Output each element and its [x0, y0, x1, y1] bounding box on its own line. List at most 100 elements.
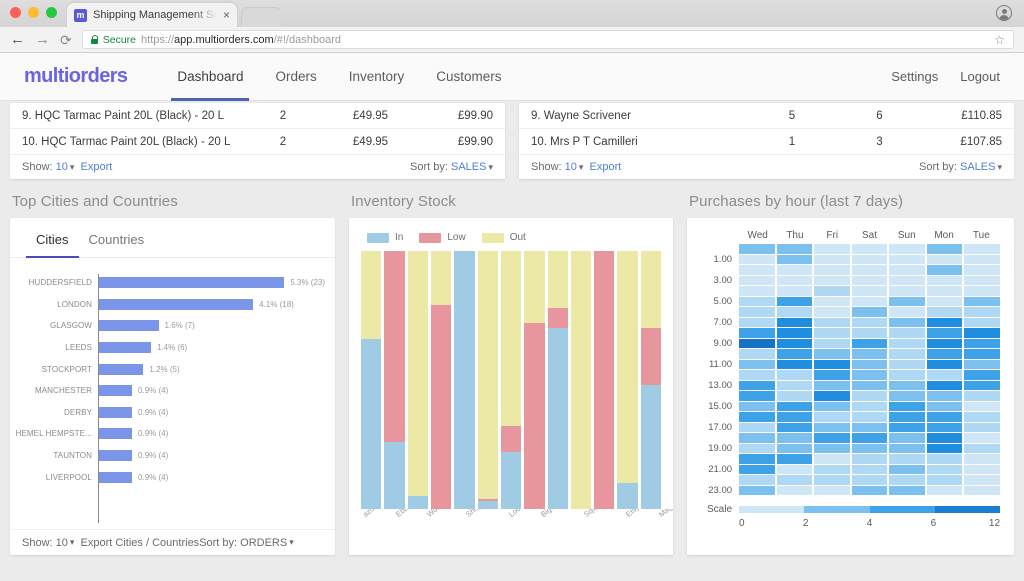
heatmap-cell[interactable] — [852, 486, 888, 496]
heatmap-cell[interactable] — [889, 255, 925, 265]
heatmap-cell[interactable] — [852, 433, 888, 443]
heatmap-cell[interactable] — [852, 297, 888, 307]
heatmap-cell[interactable] — [777, 370, 813, 380]
heatmap-cell[interactable] — [814, 339, 850, 349]
heatmap-cell[interactable] — [852, 339, 888, 349]
heatmap-cell[interactable] — [927, 318, 963, 328]
heatmap-cell[interactable] — [889, 265, 925, 275]
heatmap-cell[interactable] — [852, 423, 888, 433]
inventory-stack-column[interactable] — [454, 251, 474, 509]
heatmap-cell[interactable] — [777, 423, 813, 433]
heatmap-cell[interactable] — [739, 286, 775, 296]
heatmap-cell[interactable] — [777, 433, 813, 443]
heatmap-cell[interactable] — [964, 276, 1000, 286]
heatmap-cell[interactable] — [927, 381, 963, 391]
export-link[interactable]: Export — [81, 161, 113, 173]
show-count-select[interactable]: 10 — [565, 161, 577, 173]
heatmap-cell[interactable] — [889, 465, 925, 475]
heatmap-cell[interactable] — [777, 307, 813, 317]
heatmap-cell[interactable] — [739, 444, 775, 454]
heatmap-cell[interactable] — [777, 402, 813, 412]
heatmap-cell[interactable] — [739, 475, 775, 485]
heatmap-cell[interactable] — [889, 244, 925, 254]
heatmap-cell[interactable] — [852, 444, 888, 454]
window-controls[interactable] — [10, 0, 57, 27]
heatmap-cell[interactable] — [814, 412, 850, 422]
heatmap-cell[interactable] — [852, 402, 888, 412]
export-cities-link[interactable]: Cities — [115, 537, 143, 549]
heatmap-cell[interactable] — [889, 402, 925, 412]
heatmap-cell[interactable] — [739, 318, 775, 328]
tab-countries[interactable]: Countries — [79, 218, 155, 257]
heatmap-cell[interactable] — [814, 454, 850, 464]
heatmap-cell[interactable] — [964, 412, 1000, 422]
show-count-select[interactable]: 10 — [56, 537, 68, 549]
heatmap-cell[interactable] — [964, 444, 1000, 454]
heatmap-cell[interactable] — [814, 444, 850, 454]
heatmap-cell[interactable] — [777, 286, 813, 296]
heatmap-cell[interactable] — [927, 328, 963, 338]
heatmap-cell[interactable] — [927, 307, 963, 317]
heatmap-cell[interactable] — [814, 423, 850, 433]
heatmap-cell[interactable] — [777, 339, 813, 349]
heatmap-cell[interactable] — [814, 297, 850, 307]
profile-avatar-icon[interactable] — [996, 5, 1012, 21]
heatmap-cell[interactable] — [777, 391, 813, 401]
maximize-window-button[interactable] — [46, 7, 57, 18]
heatmap-cell[interactable] — [964, 381, 1000, 391]
heatmap-cell[interactable] — [927, 475, 963, 485]
heatmap-cell[interactable] — [777, 328, 813, 338]
chevron-down-icon[interactable]: ▾ — [997, 162, 1002, 173]
heatmap-cell[interactable] — [814, 318, 850, 328]
heatmap-cell[interactable] — [889, 360, 925, 370]
heatmap-cell[interactable] — [852, 265, 888, 275]
heatmap-cell[interactable] — [739, 297, 775, 307]
heatmap-cell[interactable] — [777, 486, 813, 496]
nav-item-dashboard[interactable]: Dashboard — [161, 53, 259, 101]
inventory-stack-column[interactable] — [571, 251, 591, 509]
heatmap-cell[interactable] — [852, 391, 888, 401]
heatmap-cell[interactable] — [964, 339, 1000, 349]
heatmap-cell[interactable] — [889, 349, 925, 359]
heatmap-cell[interactable] — [777, 276, 813, 286]
heatmap-cell[interactable] — [739, 370, 775, 380]
inventory-stack-column[interactable] — [548, 251, 568, 509]
heatmap-cell[interactable] — [739, 307, 775, 317]
brand-logo[interactable]: multiorders — [24, 65, 127, 88]
heatmap-cell[interactable] — [852, 318, 888, 328]
heatmap-cell[interactable] — [889, 454, 925, 464]
heatmap-cell[interactable] — [927, 297, 963, 307]
inventory-stack-column[interactable] — [594, 251, 614, 509]
inventory-stack-column[interactable] — [478, 251, 498, 509]
heatmap-cell[interactable] — [739, 402, 775, 412]
heatmap-cell[interactable] — [814, 265, 850, 275]
heatmap-cell[interactable] — [852, 370, 888, 380]
table-row[interactable]: 10. HQC Tarmac Paint 20L (Black) - 20 L … — [10, 129, 505, 155]
table-row[interactable]: 10. Mrs P T Camilleri 1 3 £107.85 — [519, 129, 1014, 155]
close-window-button[interactable] — [10, 7, 21, 18]
heatmap-cell[interactable] — [814, 328, 850, 338]
heatmap-cell[interactable] — [964, 286, 1000, 296]
heatmap-cell[interactable] — [964, 454, 1000, 464]
heatmap-cell[interactable] — [964, 423, 1000, 433]
heatmap-cell[interactable] — [739, 328, 775, 338]
heatmap-cell[interactable] — [814, 402, 850, 412]
heatmap-cell[interactable] — [739, 244, 775, 254]
heatmap-cell[interactable] — [964, 255, 1000, 265]
heatmap-cell[interactable] — [852, 349, 888, 359]
table-row[interactable]: 9. HQC Tarmac Paint 20L (Black) - 20 L 2… — [10, 103, 505, 129]
heatmap-cell[interactable] — [927, 454, 963, 464]
settings-link[interactable]: Settings — [891, 69, 938, 84]
close-tab-icon[interactable]: × — [223, 9, 230, 21]
heatmap-cell[interactable] — [889, 297, 925, 307]
inventory-stack-column[interactable] — [524, 251, 544, 509]
heatmap-cell[interactable] — [739, 391, 775, 401]
heatmap-cell[interactable] — [889, 486, 925, 496]
inventory-stack-column[interactable] — [617, 251, 637, 509]
heatmap-cell[interactable] — [889, 339, 925, 349]
heatmap-cell[interactable] — [889, 370, 925, 380]
heatmap-cell[interactable] — [739, 339, 775, 349]
bookmark-star-icon[interactable]: ☆ — [994, 33, 1005, 47]
show-count-select[interactable]: 10 — [56, 161, 68, 173]
heatmap-cell[interactable] — [814, 370, 850, 380]
